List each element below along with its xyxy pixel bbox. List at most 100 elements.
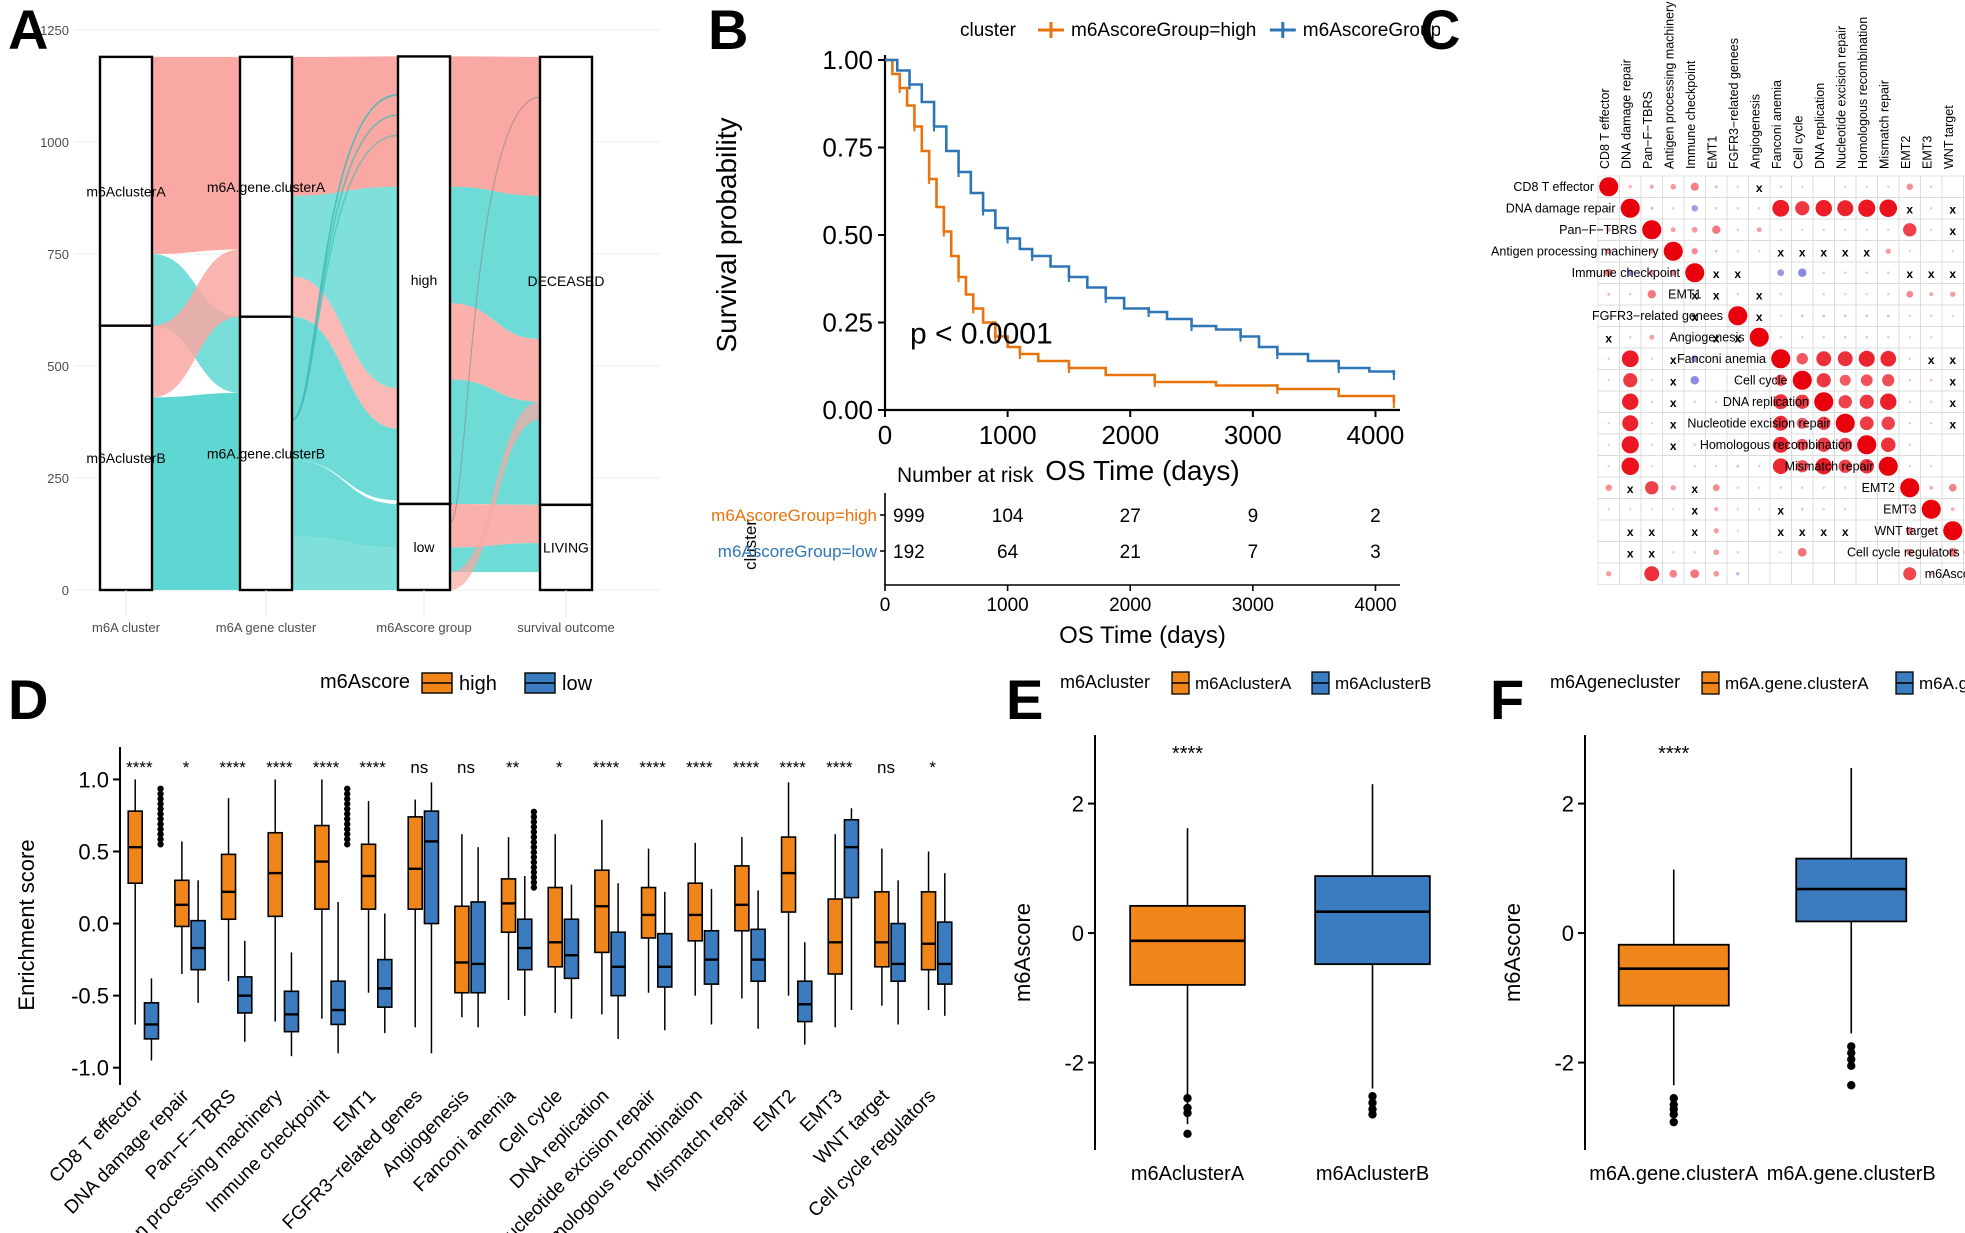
svg-text:2000: 2000 xyxy=(1101,420,1159,450)
corr-dot xyxy=(1951,314,1954,317)
corr-dot xyxy=(1736,228,1739,231)
corr-dot xyxy=(1736,250,1739,253)
corr-dot xyxy=(1736,529,1739,532)
corr-dot xyxy=(1758,250,1761,253)
corr-cross: x xyxy=(1949,267,1956,281)
corr-dot xyxy=(1903,567,1917,581)
corr-dot xyxy=(1622,393,1639,410)
corr-dot xyxy=(1837,351,1853,367)
corr-dot xyxy=(1607,292,1611,296)
corr-dot xyxy=(1844,486,1847,489)
corr-dot xyxy=(1690,182,1699,191)
corr-row-label: m6Ascore xyxy=(1925,567,1965,581)
corr-dot xyxy=(1629,336,1632,339)
svg-text:1000: 1000 xyxy=(979,420,1037,450)
corr-dot xyxy=(1644,566,1660,582)
corr-dot xyxy=(1714,249,1718,253)
corr-dot xyxy=(1758,207,1761,210)
m6agenecluster-boxplot: m6Agenecluster m6A.gene.clusterA m6A.gene.… xyxy=(1500,671,1965,1185)
corr-dot xyxy=(1771,349,1791,369)
boxplot-box xyxy=(890,922,906,983)
corr-dot xyxy=(1950,291,1956,297)
corr-dot xyxy=(1800,314,1804,318)
svg-text:4000: 4000 xyxy=(1347,420,1405,450)
legend-title: m6Acluster xyxy=(1060,672,1150,692)
corr-cross: x xyxy=(1605,331,1612,345)
boxplot-box xyxy=(314,824,330,910)
corr-dot xyxy=(1801,228,1804,231)
corr-dot xyxy=(1645,481,1659,495)
corr-dot xyxy=(1779,228,1782,231)
corr-col-label: CD8 T effector xyxy=(1598,88,1612,169)
boxplot-box xyxy=(143,1002,160,1040)
kaplan-meier-chart: cluster m6AscoreGroup=high m6AscoreGroup=l… xyxy=(711,20,1440,649)
svg-text:2: 2 xyxy=(1562,792,1574,817)
corr-row-label: DNA damage repair xyxy=(1506,201,1616,215)
corr-dot xyxy=(1670,485,1676,491)
corr-dot xyxy=(1642,220,1662,240)
svg-text:2: 2 xyxy=(1072,792,1084,817)
corr-dot xyxy=(1886,314,1890,318)
corr-dot xyxy=(1691,205,1698,212)
boxplot-outlier xyxy=(1847,1061,1856,1071)
corr-cross: x xyxy=(1670,374,1677,388)
corr-dot xyxy=(1649,334,1655,340)
corr-dot xyxy=(1930,422,1933,425)
significance-marker: ns xyxy=(877,758,895,777)
corr-dot xyxy=(1929,378,1933,382)
svg-text:750: 750 xyxy=(47,247,69,262)
corr-dot xyxy=(1714,185,1718,189)
panel-d-letter: D xyxy=(8,668,48,731)
corr-dot xyxy=(1881,416,1895,430)
corr-dot xyxy=(1736,207,1739,210)
corr-dot xyxy=(1860,374,1873,387)
boxplot-box xyxy=(563,918,580,980)
corr-dot xyxy=(1930,314,1933,317)
corr-cross: x xyxy=(1670,353,1677,367)
corr-cross: x xyxy=(1734,267,1741,281)
corr-dot xyxy=(1887,185,1890,188)
boxplot-box xyxy=(796,980,813,1023)
corr-col-label: Homologous recombination xyxy=(1856,17,1870,169)
corr-dot xyxy=(1929,292,1934,297)
corr-cross: x xyxy=(1627,482,1634,496)
corr-dot xyxy=(1797,547,1807,557)
corr-dot xyxy=(1865,271,1868,274)
corr-dot xyxy=(1908,422,1911,425)
boxplot-box xyxy=(656,932,673,988)
corr-dot xyxy=(1865,314,1869,318)
corr-cross: x xyxy=(1670,417,1677,431)
corr-cross: x xyxy=(1949,353,1956,367)
corr-col-label: EMT3 xyxy=(1920,136,1934,169)
corr-dot xyxy=(1822,508,1825,511)
alluvial-axis-label: m6Ascore group xyxy=(376,620,471,635)
corr-dot xyxy=(1650,206,1654,210)
legend-label: m6AclusterA xyxy=(1195,674,1292,693)
corr-dot xyxy=(1621,457,1640,476)
alluvial-axis-label: m6A gene cluster xyxy=(216,620,317,635)
corr-row-label: FGFR3−related genees xyxy=(1592,309,1723,323)
corr-cross: x xyxy=(1820,245,1827,259)
svg-text:0: 0 xyxy=(62,583,69,598)
corr-dot xyxy=(1650,379,1653,382)
risk-cell: 192 xyxy=(893,542,925,563)
boxplot-box xyxy=(750,928,766,983)
corr-dot xyxy=(1822,336,1825,339)
corr-cross: x xyxy=(1799,525,1806,539)
corr-col-label: Antigen processing machinery xyxy=(1662,1,1676,169)
significance-marker: ** xyxy=(506,758,520,777)
corr-dot xyxy=(1865,293,1868,296)
corr-cross: x xyxy=(1949,396,1956,410)
corr-dot xyxy=(1758,486,1761,489)
corr-dot xyxy=(1858,350,1875,367)
significance-marker: **** xyxy=(126,758,153,777)
corr-dot xyxy=(1879,199,1898,218)
corr-dot xyxy=(1714,507,1719,512)
corr-row-label: Immune checkpoint xyxy=(1572,266,1681,280)
corr-col-label: EMT1 xyxy=(1705,136,1719,169)
alluvial-node-label: m6AclusterA xyxy=(86,183,166,199)
corr-dot xyxy=(1950,507,1955,512)
corr-dot xyxy=(1691,226,1698,233)
corr-dot xyxy=(1756,227,1762,233)
alluvial-node-label: m6A.gene.clusterB xyxy=(207,445,325,461)
